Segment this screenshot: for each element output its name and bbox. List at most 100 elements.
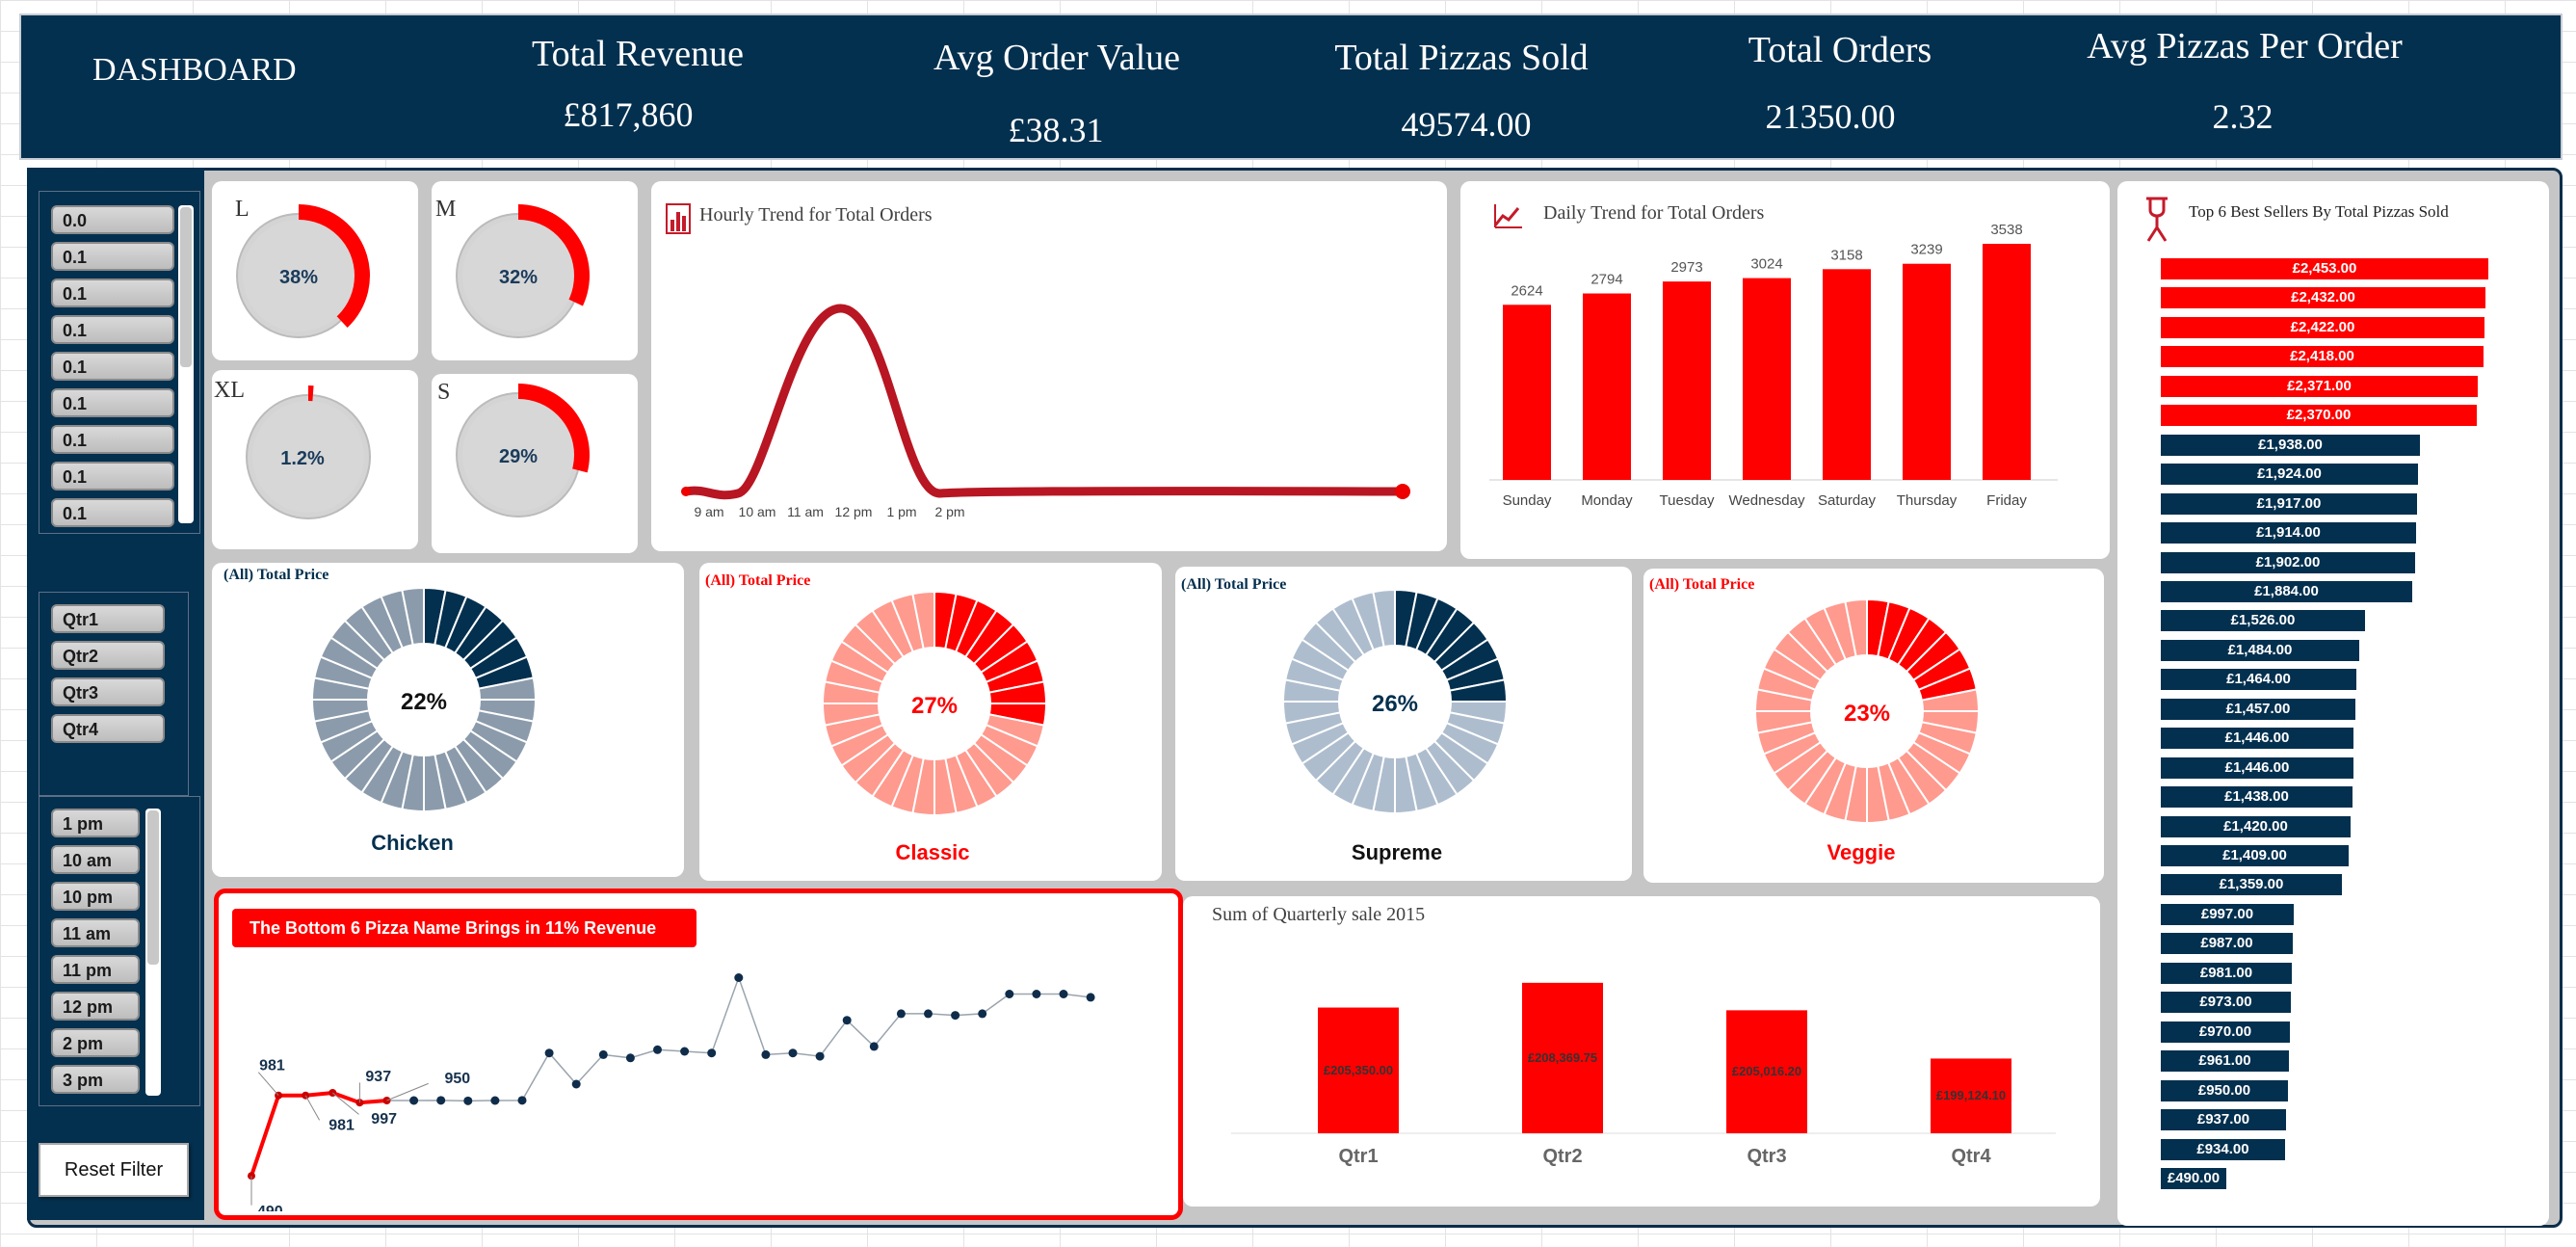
slicer-scrollbar[interactable]	[178, 205, 194, 523]
donut-veggie: 23%	[1753, 597, 1981, 825]
hourly-end-dot	[1395, 484, 1410, 499]
slicer-item-qtr3[interactable]: Qtr3	[51, 677, 165, 706]
best-seller-bar: £2,371.00	[2161, 375, 2478, 397]
best-seller-bar: £490.00	[2161, 1167, 2226, 1189]
pie-value-label: 29%	[499, 446, 538, 467]
daily-tick-label: Monday	[1581, 492, 1633, 509]
line-point	[653, 1045, 662, 1054]
best-seller-bar: £1,884.00	[2161, 580, 2412, 602]
slicer-item-qtr2[interactable]: Qtr2	[51, 641, 165, 670]
size-pie-l: 38%	[236, 204, 370, 338]
quarterly-value-label: £199,124.10	[1936, 1088, 2006, 1102]
sidebar: 0.0 0.1 0.1 0.1 0.1 0.1 0.1 0.1 0.1 Qtr1…	[27, 168, 204, 1220]
daily-trend-chart: 2624 Sunday 2794 Monday 2973 Tuesday 3024 Wedne…	[1489, 222, 2058, 509]
best-seller-bar: £1,420.00	[2161, 815, 2351, 837]
line-point	[842, 1016, 852, 1025]
best-seller-bar: £970.00	[2161, 1021, 2290, 1043]
reset-filter-button[interactable]: Reset Filter	[39, 1143, 189, 1197]
slicer-item[interactable]: 10 pm	[51, 882, 140, 911]
slicer-item[interactable]: 0.1	[51, 352, 174, 381]
best-seller-bar: £1,924.00	[2161, 464, 2418, 486]
best-seller-bar: £2,418.00	[2161, 346, 2484, 368]
slicer-item[interactable]: 0.1	[51, 315, 174, 344]
size-pie-xl: 1.2%	[246, 385, 371, 519]
hourly-line	[681, 304, 1407, 500]
size-card-xl: XL 1.2%	[212, 370, 418, 549]
kpi-total-pizzas-sold-label: Total Pizzas Sold	[1334, 38, 1589, 78]
slicer-item[interactable]: 0.1	[51, 462, 174, 491]
slicer-item[interactable]: 12 pm	[51, 992, 140, 1021]
x-tick-label: 11 am	[787, 504, 824, 519]
best-seller-bar: £2,432.00	[2161, 287, 2485, 309]
best-seller-bar: £1,464.00	[2161, 669, 2356, 691]
kpi-total-orders-label: Total Orders	[1748, 30, 1932, 70]
best-seller-bar: £997.00	[2161, 903, 2294, 925]
line-point	[625, 1053, 635, 1063]
line-point	[761, 1049, 771, 1059]
slicer-item[interactable]: 0.1	[51, 388, 174, 417]
line-point	[707, 1048, 717, 1058]
slicer-scrollbar[interactable]	[145, 809, 161, 1096]
line-point	[978, 1009, 987, 1019]
donut-card-chicken: (All) Total Price 22% Chicken	[212, 563, 684, 877]
daily-bar	[1983, 244, 2031, 480]
kpi-total-orders-value: 21350.00	[1765, 97, 1896, 136]
bottom-pizza-chart: 490 981 981 997 937 950	[248, 973, 1095, 1211]
donut-value-label: 27%	[911, 693, 958, 719]
slicer-item[interactable]: 0.1	[51, 242, 174, 271]
line-point	[517, 1096, 527, 1105]
pie-value-label: 1.2%	[280, 448, 325, 469]
slicer-scroll-thumb[interactable]	[180, 207, 192, 367]
bottom-data-label: 981	[329, 1118, 355, 1134]
best-seller-bar: £987.00	[2161, 933, 2293, 955]
size-card-s: S 29%	[432, 374, 638, 553]
donut-card-veggie: (All) Total Price 23% Veggie	[1643, 569, 2104, 883]
slicer-item-qtr4[interactable]: Qtr4	[51, 714, 165, 743]
best-seller-bar: £981.00	[2161, 962, 2292, 984]
slicer-item[interactable]: 10 am	[51, 845, 140, 874]
best-seller-bar: £2,370.00	[2161, 405, 2477, 427]
best-seller-bar: £1,359.00	[2161, 874, 2342, 896]
best-seller-bar: £973.00	[2161, 992, 2291, 1014]
pie-value-label: 32%	[499, 267, 538, 288]
slicer-item[interactable]: 3 pm	[51, 1065, 140, 1094]
slicer-item[interactable]: 1 pm	[51, 809, 140, 837]
daily-value-label: 3538	[1990, 222, 2022, 238]
best-seller-bar: £1,446.00	[2161, 756, 2353, 779]
best-seller-bar: £1,917.00	[2161, 492, 2417, 515]
size-pie-s: 29%	[456, 384, 590, 517]
daily-value-label: 3024	[1750, 256, 1782, 273]
slicer-item-qtr1[interactable]: Qtr1	[51, 604, 165, 633]
donut-card-classic: (All) Total Price 27% Classic	[699, 563, 1162, 881]
bottom-data-label: 490	[257, 1204, 283, 1211]
slicer-item[interactable]: 0.1	[51, 425, 174, 454]
slicer-item[interactable]: 11 pm	[51, 955, 140, 984]
line-point	[734, 973, 744, 982]
size-pie-m: 32%	[456, 204, 590, 338]
quarterly-value-label: £205,016.20	[1732, 1064, 1801, 1078]
x-tick-label: 2 pm	[934, 504, 964, 519]
x-tick-label: 1 pm	[886, 504, 916, 519]
line-point	[598, 1049, 608, 1059]
bottom-six-line	[250, 1090, 387, 1177]
daily-bar	[1663, 281, 1711, 480]
daily-trend-card: Daily Trend for Total Orders 2624 Sunday 2…	[1460, 181, 2110, 559]
slicer-item[interactable]: 0.1	[51, 498, 174, 527]
quarterly-tick-label: Qtr4	[1951, 1146, 1991, 1167]
slicer-item[interactable]: 0.1	[51, 279, 174, 307]
line-point	[1005, 990, 1014, 998]
slicer-item[interactable]: 11 am	[51, 918, 140, 947]
kpi-header: DASHBOARD Total Revenue £817,860 Avg Ord…	[19, 13, 2563, 160]
hour-slicer: 1 pm 10 am 10 pm 11 am 11 pm 12 pm 2 pm …	[39, 796, 200, 1106]
line-point	[302, 1091, 310, 1100]
data-label-leader	[304, 1095, 321, 1121]
best-seller-bar: £1,446.00	[2161, 728, 2353, 750]
slicer-item[interactable]: 0.0	[51, 205, 174, 234]
quarterly-tick-label: Qtr2	[1542, 1146, 1582, 1167]
bottom-data-label: 997	[371, 1111, 397, 1128]
best-seller-bar: £937.00	[2161, 1109, 2286, 1131]
best-seller-bar: £1,914.00	[2161, 522, 2416, 544]
slicer-item[interactable]: 2 pm	[51, 1028, 140, 1057]
daily-bar	[1823, 269, 1871, 480]
slicer-scroll-thumb[interactable]	[147, 810, 159, 965]
